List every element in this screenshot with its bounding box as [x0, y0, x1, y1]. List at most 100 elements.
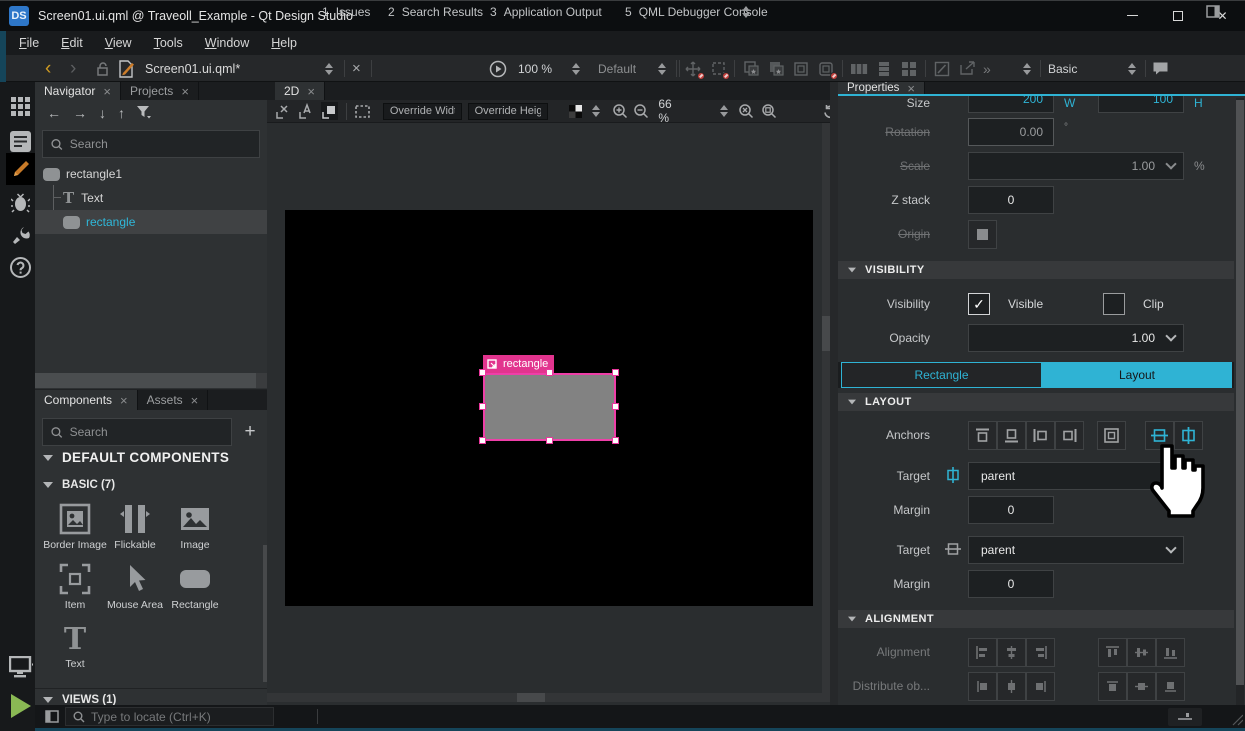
resize-handle-n[interactable]	[546, 369, 553, 376]
selected-rectangle[interactable]	[483, 373, 616, 441]
menu-file[interactable]: File	[10, 33, 48, 53]
outline-locked-icon[interactable]	[817, 60, 835, 78]
component-border-image[interactable]: Border Image	[43, 502, 107, 551]
help-mode-icon[interactable]	[6, 253, 35, 281]
margin-field-2[interactable]: 0	[968, 570, 1054, 598]
background-spinner[interactable]	[592, 105, 600, 117]
canvas-zoom-spinner[interactable]	[720, 105, 728, 117]
run-preview-button[interactable]	[489, 55, 507, 82]
panes-spinner[interactable]	[742, 0, 750, 23]
navigator-search-input[interactable]	[70, 137, 251, 151]
tree-item-rectangle[interactable]: rectangle	[35, 210, 267, 234]
override-width-field[interactable]	[383, 103, 462, 120]
columns-layout-icon[interactable]	[850, 60, 868, 78]
tree-item-text[interactable]: T Text	[35, 186, 267, 210]
back-button[interactable]: ‹	[45, 55, 51, 82]
background-checker-icon[interactable]	[568, 102, 583, 120]
align-center-v-button[interactable]	[1127, 638, 1156, 667]
component-rectangle[interactable]: Rectangle	[163, 562, 227, 611]
resize-handle-ne[interactable]	[612, 369, 619, 376]
menu-window[interactable]: Window	[196, 33, 258, 53]
minimize-button[interactable]	[1110, 0, 1155, 31]
tab-rectangle-properties[interactable]: Rectangle	[841, 362, 1042, 388]
annotation-edit-icon[interactable]	[933, 60, 951, 78]
resize-handle-nw[interactable]	[479, 369, 486, 376]
components-search-input[interactable]	[70, 425, 223, 439]
navigator-hscrollbar[interactable]	[35, 373, 267, 388]
align-right-button[interactable]	[1026, 638, 1055, 667]
anchor-top-button[interactable]	[968, 421, 997, 450]
close-tab-icon[interactable]: ×	[191, 393, 199, 408]
anchor-left-button[interactable]	[1026, 421, 1055, 450]
override-height-input[interactable]	[475, 105, 541, 117]
resize-handle-se[interactable]	[612, 437, 619, 444]
tab-navigator[interactable]: Navigator×	[35, 82, 121, 100]
components-search[interactable]	[42, 418, 232, 446]
properties-vscrollbar[interactable]	[1236, 98, 1244, 705]
margin-field[interactable]: 0	[968, 496, 1054, 524]
selection-tool-icon[interactable]	[709, 60, 727, 78]
pane-search-results[interactable]: 2Search Results	[388, 0, 483, 23]
resize-handle-e[interactable]	[612, 403, 619, 410]
kit-selector[interactable]: Basic	[1048, 55, 1077, 82]
scrollbar-thumb[interactable]	[1236, 100, 1244, 685]
section-basic[interactable]: BASIC (7)	[43, 479, 115, 491]
canvas-vscrollbar[interactable]	[822, 123, 830, 693]
style-selector-spinner[interactable]	[658, 55, 666, 82]
copy-format-icon[interactable]	[742, 60, 760, 78]
anchor-bottom-button[interactable]	[997, 421, 1026, 450]
filter-icon[interactable]	[137, 106, 151, 119]
section-layout[interactable]: LAYOUT	[838, 393, 1234, 411]
component-image[interactable]: Image	[163, 502, 227, 551]
output-pane-toggle-icon[interactable]	[1206, 0, 1220, 23]
splitter[interactable]	[830, 82, 838, 705]
section-visibility[interactable]: VISIBILITY	[838, 261, 1234, 279]
outline-icon[interactable]	[792, 60, 810, 78]
selection-tag[interactable]: rectangle	[483, 355, 554, 373]
close-tab-icon[interactable]: ×	[181, 84, 189, 99]
zoom-fit-icon[interactable]	[761, 102, 777, 120]
tab-components[interactable]: Components×	[35, 390, 138, 410]
opacity-dropdown[interactable]: 1.00	[968, 324, 1184, 352]
style-selector[interactable]: Default	[598, 55, 636, 82]
snap-position-icon[interactable]	[275, 102, 292, 120]
distribute-bottom-button[interactable]	[1156, 672, 1185, 701]
menu-edit[interactable]: Edit	[52, 33, 92, 53]
align-center-h-button[interactable]	[997, 638, 1026, 667]
section-alignment[interactable]: ALIGNMENT	[838, 610, 1234, 628]
origin-button[interactable]	[968, 220, 997, 249]
canvas-hscrollbar[interactable]	[267, 693, 830, 702]
sidebar-toggle-icon[interactable]	[45, 705, 59, 728]
document-selector[interactable]: Screen01.ui.qml*	[145, 55, 240, 82]
resize-handle-s[interactable]	[546, 437, 553, 444]
add-module-button[interactable]: +	[238, 418, 262, 446]
feedback-bubble-icon[interactable]	[1152, 55, 1169, 82]
target-dropdown-2[interactable]: parent	[968, 536, 1184, 564]
tree-item-rectangle1[interactable]: rectangle1	[35, 162, 267, 186]
grid-layout-icon[interactable]	[900, 60, 918, 78]
projects-mode-icon[interactable]	[6, 221, 35, 249]
move-backward-icon[interactable]: ←	[47, 105, 61, 121]
scrollbar-thumb[interactable]	[517, 693, 545, 702]
snap-grid-icon[interactable]	[321, 102, 338, 120]
align-top-button[interactable]	[1098, 638, 1127, 667]
section-views[interactable]: VIEWS (1)	[43, 694, 116, 705]
rotation-field[interactable]: 0.00	[968, 118, 1054, 146]
kit-selector-spinner[interactable]	[1023, 55, 1031, 82]
section-default-components[interactable]: DEFAULT COMPONENTS	[43, 450, 229, 465]
distribute-top-button[interactable]	[1098, 672, 1127, 701]
clip-checkbox[interactable]	[1103, 293, 1125, 315]
show-bounds-icon[interactable]	[354, 102, 371, 120]
override-width-input[interactable]	[390, 105, 455, 117]
align-left-button[interactable]	[968, 638, 997, 667]
paste-format-icon[interactable]	[767, 60, 785, 78]
close-tab-icon[interactable]: ×	[907, 81, 915, 96]
locate-field[interactable]	[65, 707, 274, 726]
resize-handle-w[interactable]	[479, 403, 486, 410]
tab-projects[interactable]: Projects×	[121, 82, 199, 100]
move-forward-icon[interactable]: →	[73, 105, 87, 121]
close-tab-icon[interactable]: ×	[120, 393, 128, 408]
snap-anchor-icon[interactable]	[298, 102, 315, 120]
progress-details-button[interactable]	[1168, 708, 1202, 726]
export-icon[interactable]	[958, 60, 976, 78]
